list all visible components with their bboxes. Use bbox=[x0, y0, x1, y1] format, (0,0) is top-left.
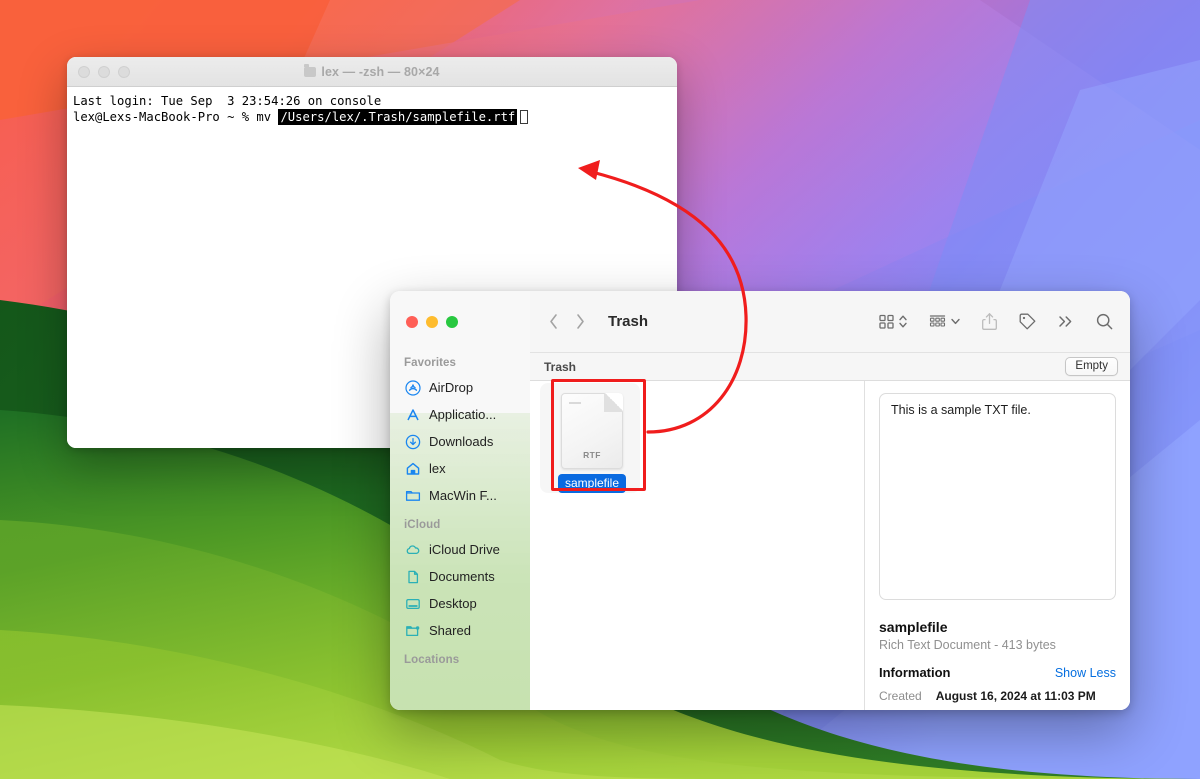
preview-body-text: This is a sample TXT file. bbox=[891, 403, 1031, 417]
document-icon bbox=[404, 568, 421, 585]
terminal-title: lex — -zsh — 80×24 bbox=[67, 64, 677, 79]
chevron-down-icon bbox=[951, 318, 960, 325]
finder-zoom-button[interactable] bbox=[446, 316, 458, 328]
downloads-icon bbox=[404, 433, 421, 450]
sidebar-item-label: Shared bbox=[429, 623, 471, 638]
tags-button[interactable] bbox=[1018, 312, 1037, 331]
metadata-value-created: August 16, 2024 at 11:03 PM bbox=[935, 689, 1096, 703]
sidebar-item-label: Desktop bbox=[429, 596, 477, 611]
finder-content: RTF samplefile This is a sample TXT file… bbox=[530, 381, 1130, 710]
search-icon bbox=[1096, 313, 1113, 330]
desktop-icon bbox=[404, 595, 421, 612]
doc-line bbox=[569, 402, 581, 404]
chevron-right-icon[interactable] bbox=[575, 313, 586, 330]
finder-window[interactable]: Favorites AirDrop Applicatio... Download… bbox=[390, 291, 1130, 710]
rtf-document-icon: RTF bbox=[561, 393, 623, 469]
preview-metadata-row: Created August 16, 2024 at 11:03 PM bbox=[879, 689, 1116, 703]
view-grid-button[interactable] bbox=[878, 313, 908, 330]
terminal-selected-argument: /Users/lex/.Trash/samplefile.rtf bbox=[278, 109, 518, 125]
finder-traffic-lights[interactable] bbox=[390, 291, 530, 353]
finder-nav-arrows bbox=[548, 313, 586, 330]
sidebar-item-desktop[interactable]: Desktop bbox=[398, 590, 522, 617]
cloud-icon bbox=[404, 541, 421, 558]
sidebar-item-label: lex bbox=[429, 461, 446, 476]
shared-folder-icon bbox=[404, 622, 421, 639]
finder-sidebar[interactable]: Favorites AirDrop Applicatio... Download… bbox=[390, 291, 530, 710]
sidebar-item-airdrop[interactable]: AirDrop bbox=[398, 374, 522, 401]
page-title: Trash bbox=[608, 313, 649, 330]
sidebar-item-downloads[interactable]: Downloads bbox=[398, 428, 522, 455]
information-title: Information bbox=[879, 665, 951, 680]
sidebar-item-label: Applicatio... bbox=[429, 407, 497, 422]
sidebar-item-label: Documents bbox=[429, 569, 495, 584]
sidebar-item-lex[interactable]: lex bbox=[398, 455, 522, 482]
file-extension-badge: RTF bbox=[583, 450, 601, 460]
sidebar-item-macwin-folder[interactable]: MacWin F... bbox=[398, 482, 522, 509]
folder-icon bbox=[404, 487, 421, 504]
search-button[interactable] bbox=[1095, 312, 1114, 331]
file-item-samplefile[interactable]: RTF samplefile bbox=[550, 393, 634, 493]
sidebar-item-applications[interactable]: Applicatio... bbox=[398, 401, 522, 428]
terminal-line-login: Last login: Tue Sep 3 23:54:26 on consol… bbox=[73, 94, 382, 108]
sidebar-item-documents[interactable]: Documents bbox=[398, 563, 522, 590]
folder-icon bbox=[304, 64, 317, 77]
finder-toolbar: Trash bbox=[530, 291, 1130, 353]
share-button[interactable] bbox=[981, 312, 998, 331]
finder-main: Trash Trash Empty RTF samplefile This is… bbox=[530, 291, 1130, 710]
finder-preview-pane: This is a sample TXT file. samplefile Ri… bbox=[865, 381, 1130, 710]
preview-file-name: samplefile bbox=[879, 619, 948, 635]
terminal-titlebar[interactable]: lex — -zsh — 80×24 bbox=[67, 57, 677, 87]
applications-icon bbox=[404, 406, 421, 423]
terminal-cursor bbox=[520, 110, 529, 124]
terminal-prompt: lex@Lexs-MacBook-Pro ~ % mv bbox=[73, 110, 279, 124]
home-icon bbox=[404, 460, 421, 477]
more-button[interactable] bbox=[1057, 313, 1075, 330]
terminal-title-text: lex — -zsh — 80×24 bbox=[321, 64, 440, 79]
sidebar-section-locations: Locations bbox=[404, 654, 460, 666]
terminal-traffic-lights[interactable] bbox=[67, 65, 130, 78]
chevron-up-down-icon bbox=[899, 315, 907, 328]
terminal-prompt-line: lex@Lexs-MacBook-Pro ~ % mv /Users/lex/.… bbox=[73, 109, 677, 125]
terminal-close-button[interactable] bbox=[78, 65, 90, 78]
preview-information-header: Information Show Less bbox=[879, 665, 1116, 680]
finder-close-button[interactable] bbox=[406, 316, 418, 328]
show-less-link[interactable]: Show Less bbox=[1055, 666, 1116, 680]
sidebar-item-label: iCloud Drive bbox=[429, 542, 500, 557]
sidebar-section-favorites: Favorites bbox=[404, 357, 457, 369]
sidebar-section-icloud: iCloud bbox=[404, 519, 441, 531]
sidebar-item-label: Downloads bbox=[429, 434, 494, 449]
sidebar-item-label: AirDrop bbox=[429, 380, 474, 395]
chevrons-right-icon bbox=[1059, 316, 1072, 327]
finder-minimize-button[interactable] bbox=[426, 316, 438, 328]
sidebar-item-label: MacWin F... bbox=[429, 488, 497, 503]
group-by-button[interactable] bbox=[928, 313, 961, 330]
sidebar-item-shared[interactable]: Shared bbox=[398, 617, 522, 644]
empty-trash-button[interactable]: Empty bbox=[1065, 357, 1118, 376]
terminal-minimize-button[interactable] bbox=[98, 65, 110, 78]
finder-subtoolbar: Trash Empty bbox=[530, 353, 1130, 381]
metadata-key-created: Created bbox=[879, 689, 922, 703]
file-name-label[interactable]: samplefile bbox=[557, 474, 627, 493]
terminal-zoom-button[interactable] bbox=[118, 65, 130, 78]
preview-document-thumbnail: This is a sample TXT file. bbox=[879, 393, 1116, 600]
sidebar-item-icloud-drive[interactable]: iCloud Drive bbox=[398, 536, 522, 563]
airdrop-icon bbox=[404, 379, 421, 396]
finder-icon-view[interactable]: RTF samplefile bbox=[530, 381, 865, 710]
preview-file-kind: Rich Text Document - 413 bytes bbox=[879, 638, 1056, 652]
trash-label: Trash bbox=[544, 359, 577, 374]
page-fold bbox=[604, 393, 623, 412]
finder-toolbar-buttons bbox=[878, 312, 1114, 331]
chevron-left-icon[interactable] bbox=[548, 313, 559, 330]
